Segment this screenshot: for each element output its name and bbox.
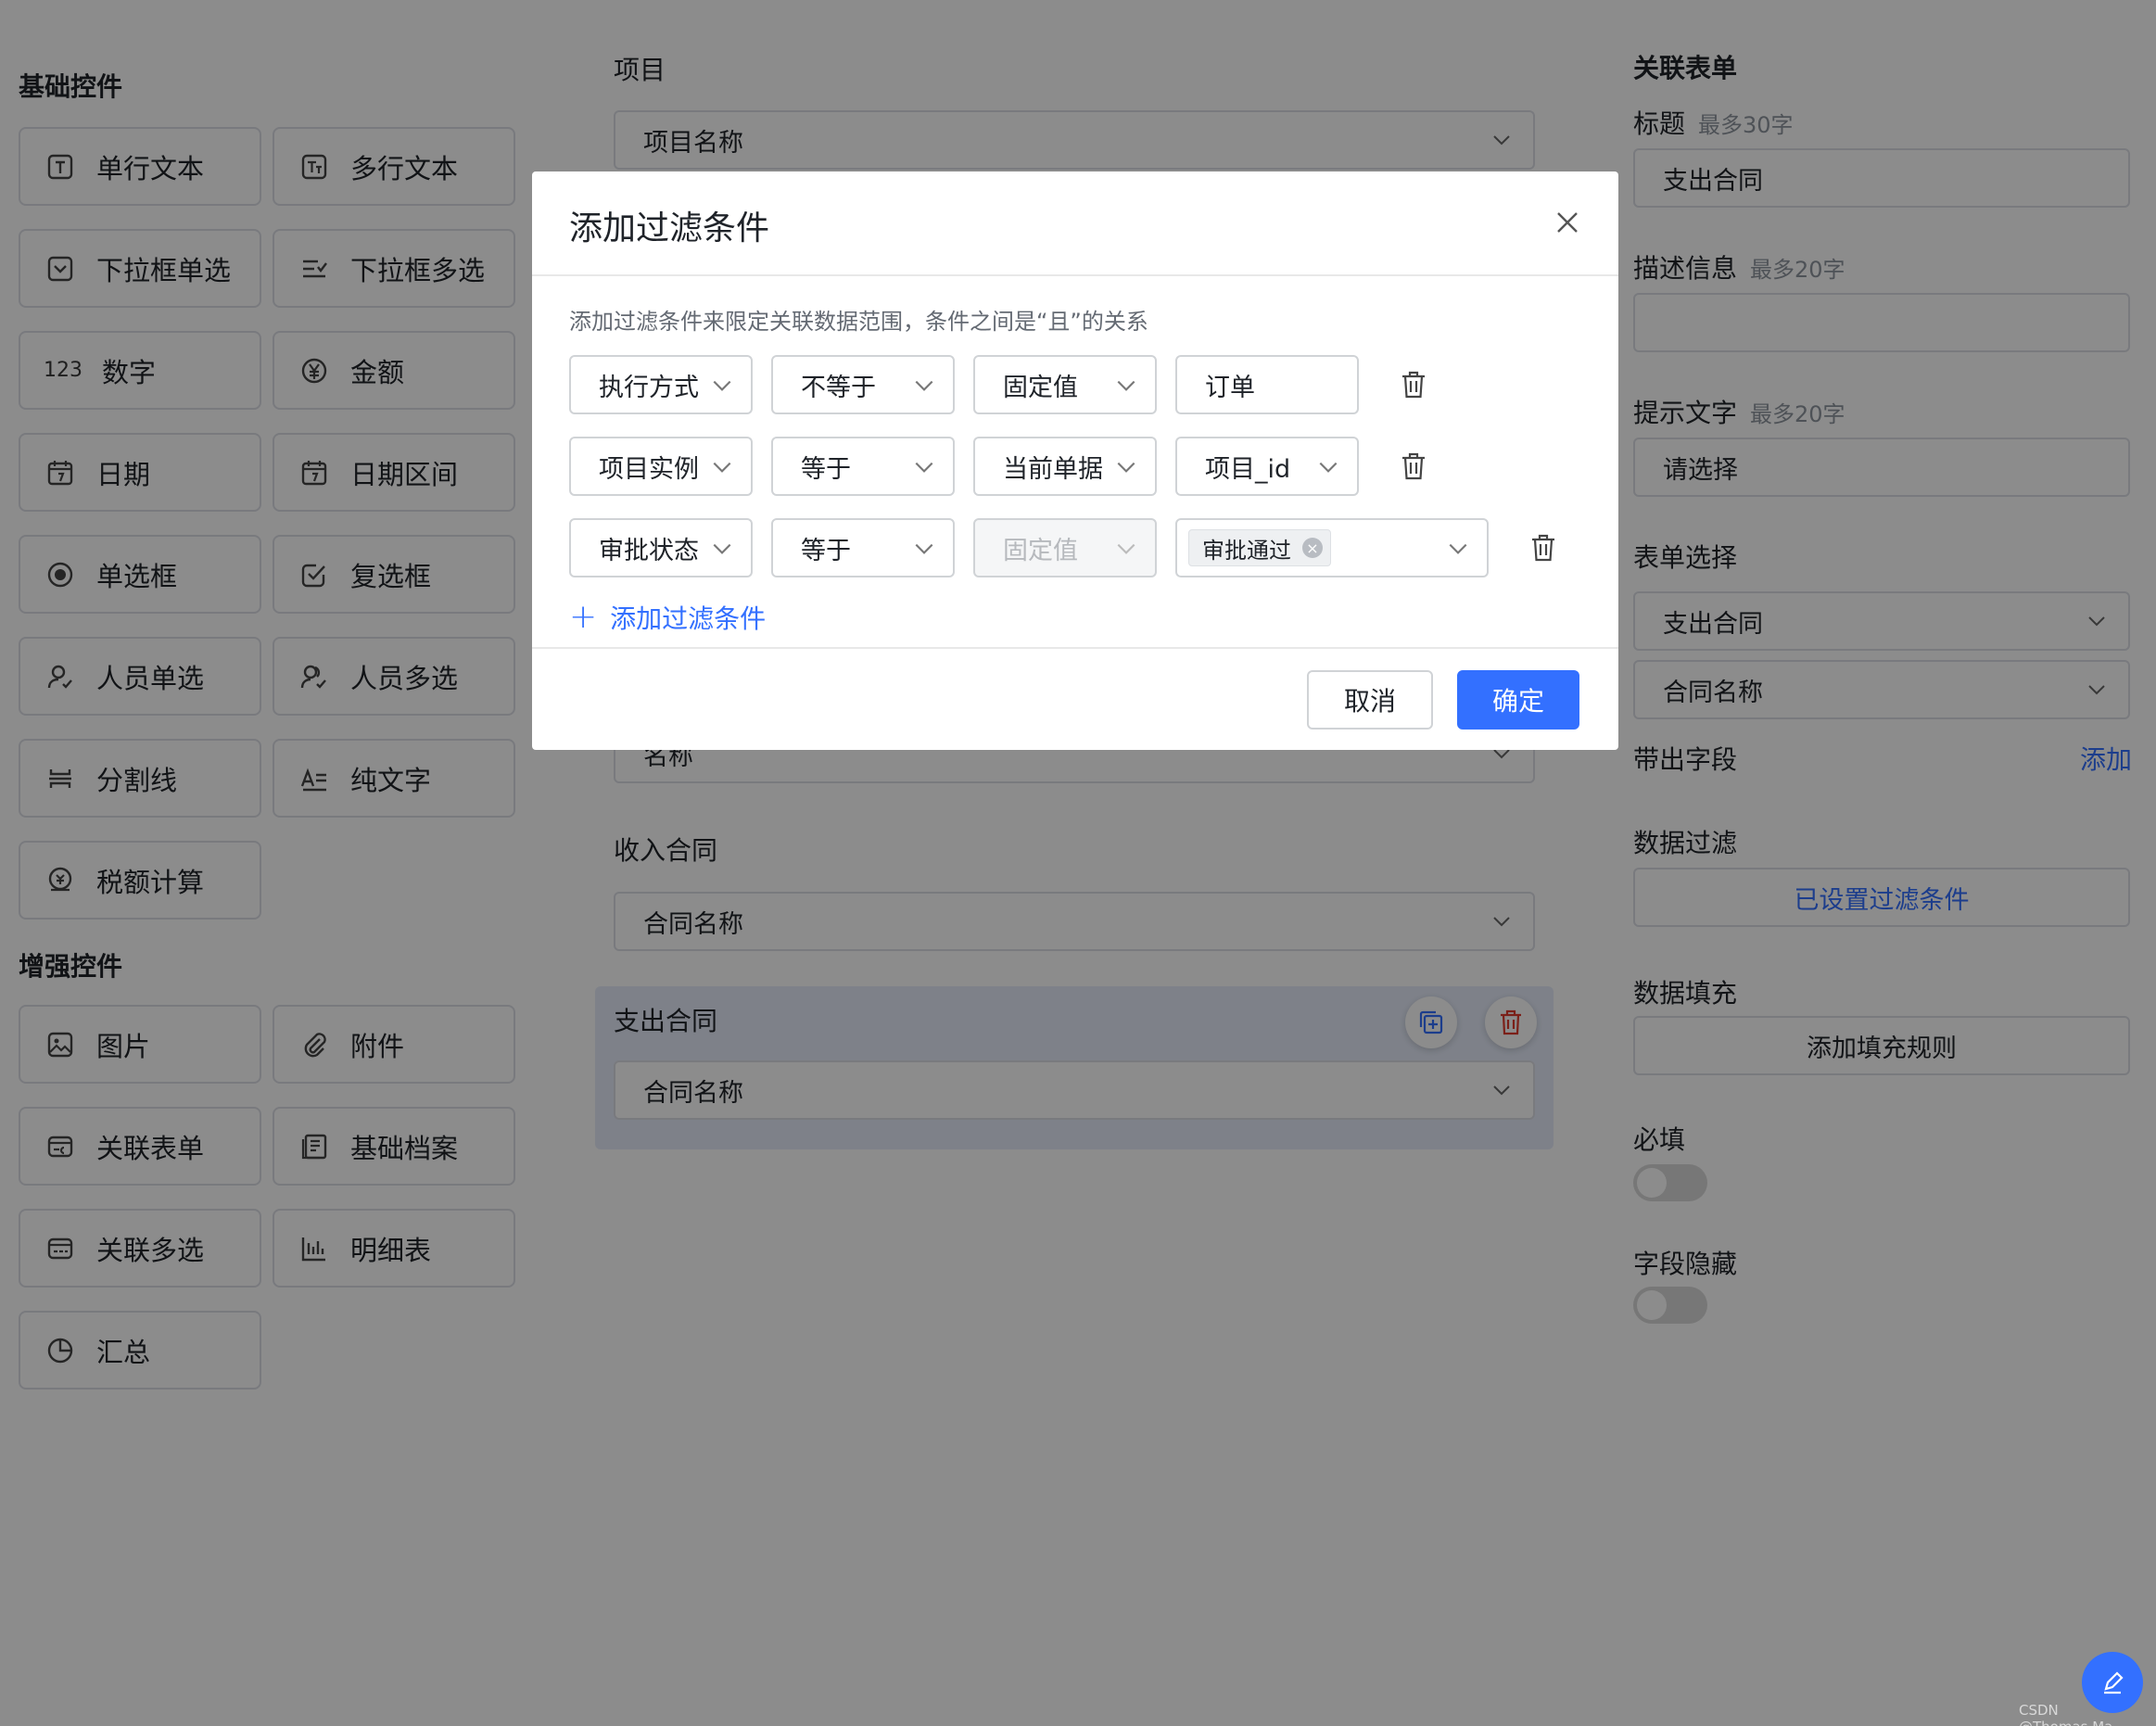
chevron-down-icon [713, 380, 731, 391]
chevron-down-icon [1117, 462, 1135, 473]
condition-2-value-select[interactable]: 项目_id [1175, 437, 1359, 496]
condition-2-operator-select[interactable]: 等于 [771, 437, 955, 496]
add-filter-dialog: 添加过滤条件 添加过滤条件来限定关联数据范围，条件之间是“且”的关系 执行方式 … [532, 171, 1618, 750]
chevron-down-icon [1449, 543, 1467, 554]
condition-value-type-value: 固定值 [1003, 373, 1078, 402]
condition-2-field-select[interactable]: 项目实例 [569, 437, 753, 496]
condition-value: 订单 [1205, 373, 1255, 402]
confirm-button[interactable]: 确定 [1457, 670, 1579, 730]
chevron-down-icon [915, 543, 933, 554]
dialog-footer-divider [532, 647, 1618, 649]
condition-3-operator-select[interactable]: 等于 [771, 518, 955, 577]
chevron-down-icon [1319, 462, 1338, 473]
tag-remove-icon[interactable]: × [1302, 538, 1323, 558]
dialog-title: 添加过滤条件 [569, 209, 770, 247]
condition-3-value-type-select: 固定值 [973, 518, 1157, 577]
condition-field-value: 项目实例 [599, 454, 699, 484]
chevron-down-icon [713, 462, 731, 473]
condition-1-operator-select[interactable]: 不等于 [771, 355, 955, 414]
dialog-header-divider [532, 274, 1618, 276]
add-condition-label: 添加过滤条件 [610, 603, 767, 634]
chevron-down-icon [1117, 543, 1135, 554]
condition-value-type-value: 当前单据 [1003, 454, 1103, 484]
edit-icon [2104, 1671, 2124, 1694]
delete-condition-1-icon[interactable] [1400, 369, 1427, 400]
chevron-down-icon [915, 380, 933, 391]
condition-operator-value: 等于 [801, 454, 851, 484]
delete-condition-2-icon[interactable] [1400, 451, 1427, 482]
condition-field-value: 执行方式 [599, 373, 699, 402]
tag-label: 审批通过 [1202, 537, 1291, 564]
delete-condition-3-icon[interactable] [1529, 532, 1557, 564]
condition-3-value-multiselect[interactable]: 审批通过 × [1175, 518, 1489, 577]
chevron-down-icon [915, 462, 933, 473]
chevron-down-icon [713, 543, 731, 554]
chevron-down-icon [1117, 380, 1135, 391]
cancel-button[interactable]: 取消 [1307, 670, 1433, 730]
selected-tag: 审批通过 × [1188, 529, 1331, 566]
condition-field-value: 审批状态 [599, 536, 699, 565]
dialog-description: 添加过滤条件来限定关联数据范围，条件之间是“且”的关系 [569, 309, 1148, 335]
condition-2-value-type-select[interactable]: 当前单据 [973, 437, 1157, 496]
condition-1-field-select[interactable]: 执行方式 [569, 355, 753, 414]
add-condition-link[interactable]: + 添加过滤条件 [569, 598, 766, 636]
plus-icon: + [569, 598, 598, 636]
condition-value-type-value: 固定值 [1003, 536, 1078, 565]
condition-1-value-input[interactable]: 订单 [1175, 355, 1359, 414]
condition-1-value-type-select[interactable]: 固定值 [973, 355, 1157, 414]
condition-operator-value: 等于 [801, 536, 851, 565]
watermark: CSDN @Thomas.Ma [2019, 1702, 2112, 1726]
condition-operator-value: 不等于 [801, 373, 876, 402]
condition-value: 项目_id [1205, 454, 1291, 484]
condition-3-field-select[interactable]: 审批状态 [569, 518, 753, 577]
close-icon[interactable] [1554, 209, 1581, 236]
